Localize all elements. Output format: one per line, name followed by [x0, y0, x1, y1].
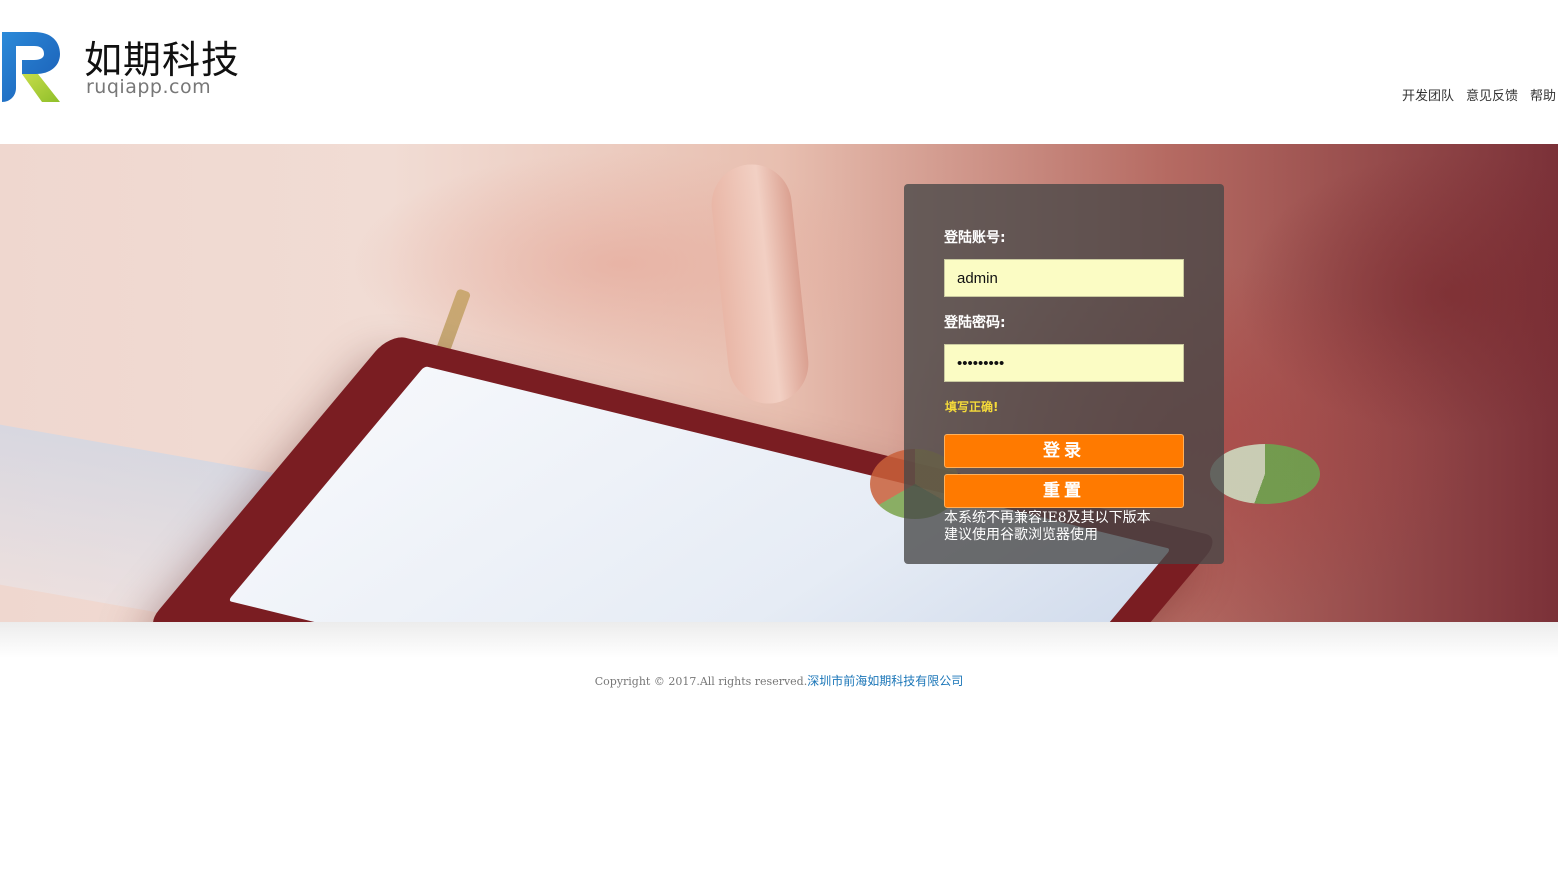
background-pie-chart	[1210, 444, 1320, 504]
account-label: 登陆账号:	[944, 230, 1006, 246]
notice-line: 建议使用谷歌浏览器使用	[944, 527, 1098, 543]
logo-r-icon	[2, 32, 60, 102]
banner-shadow	[0, 622, 1558, 658]
browser-notice: 本系统不再兼容IE8及其以下版本 建议使用谷歌浏览器使用	[944, 510, 1204, 544]
notice-line: 本系统不再兼容IE8及其以下版本	[944, 510, 1151, 526]
logo[interactable]: 如期科技 ruqiapp.com	[0, 28, 250, 108]
nav-help-link[interactable]: 帮助	[1530, 85, 1556, 104]
site-header: 如期科技 ruqiapp.com 开发团队 意见反馈 帮助	[0, 0, 1558, 144]
account-input[interactable]	[944, 259, 1184, 297]
reset-button[interactable]: 重置	[944, 474, 1184, 508]
hero-banner	[0, 144, 1558, 622]
nav-feedback-link[interactable]: 意见反馈	[1466, 85, 1518, 104]
copyright-text: Copyright © 2017.All rights reserved.	[594, 675, 808, 688]
nav-dev-team-link[interactable]: 开发团队	[1402, 85, 1454, 104]
login-panel: 登陆账号: 登陆密码: 填写正确! 登录 重置 本系统不再兼容IE8及其以下版本…	[904, 184, 1224, 564]
login-button[interactable]: 登录	[944, 434, 1184, 468]
password-input[interactable]	[944, 344, 1184, 382]
company-link[interactable]: 深圳市前海如期科技有限公司	[807, 674, 963, 688]
background-finger	[707, 160, 813, 408]
logo-domain: ruqiapp.com	[86, 76, 212, 98]
validation-hint: 填写正确!	[945, 400, 999, 414]
top-nav: 开发团队 意见反馈 帮助	[1402, 85, 1556, 104]
logo-name-cn: 如期科技	[84, 38, 241, 82]
footer: Copyright © 2017.All rights reserved.深圳市…	[0, 672, 1558, 689]
password-label: 登陆密码:	[944, 315, 1006, 331]
